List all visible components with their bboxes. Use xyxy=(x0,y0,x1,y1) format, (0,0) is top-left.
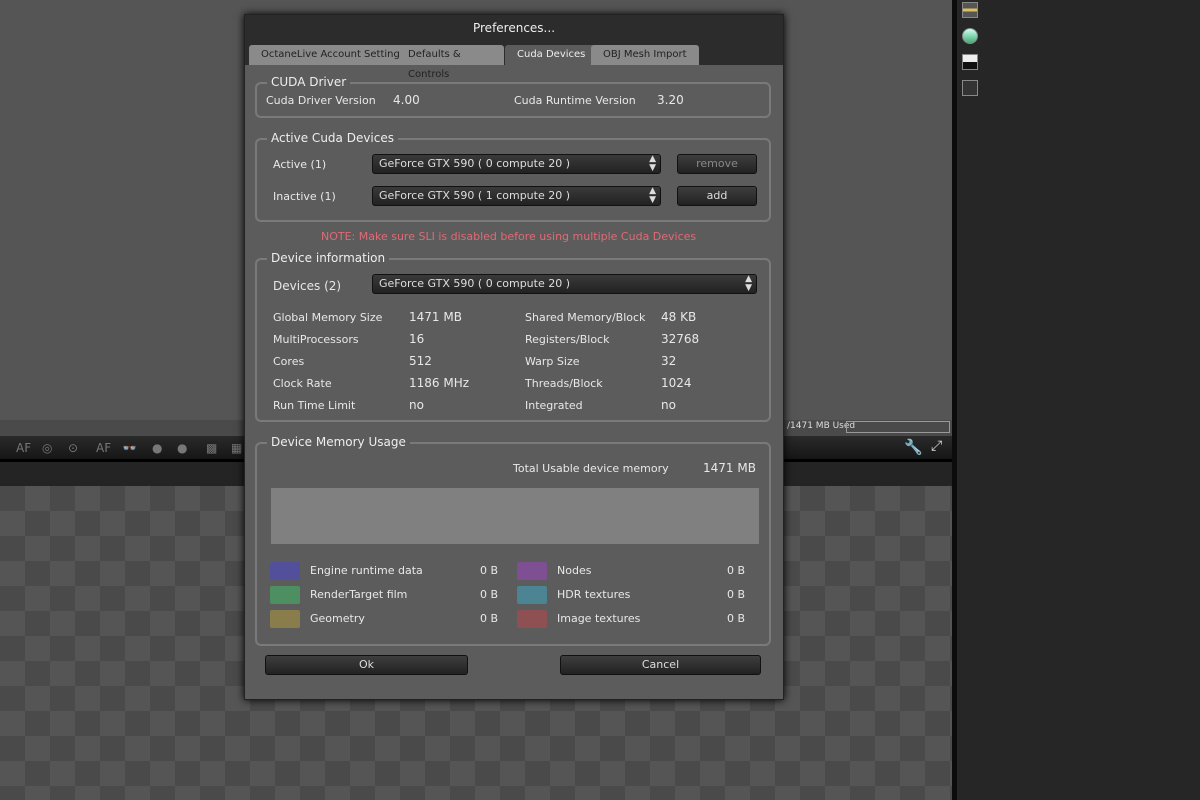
memory-used-text: /1471 MB Used xyxy=(787,421,856,431)
group-title: Device information xyxy=(267,251,390,265)
tab-octanelive-account[interactable]: OctaneLive Account Settings xyxy=(249,45,418,65)
sli-note: NOTE: Make sure SLI is disabled before u… xyxy=(321,230,697,243)
info-value: no xyxy=(409,398,424,412)
driver-version-label: Cuda Driver Version xyxy=(266,94,376,107)
info-label: Warp Size xyxy=(525,355,580,368)
legend-value: 0 B xyxy=(727,588,746,601)
legend-swatch xyxy=(270,562,300,580)
updown-icon: ▲ ▼ xyxy=(649,186,656,205)
active-label: Active (1) xyxy=(273,158,327,171)
info-label: MultiProcessors xyxy=(273,333,359,346)
node-icon[interactable] xyxy=(962,80,978,96)
pick-icon[interactable]: ⊙ xyxy=(68,441,78,455)
tab-cuda-devices[interactable]: Cuda Devices xyxy=(505,45,598,65)
legend-label: Geometry xyxy=(310,612,365,625)
info-label: Threads/Block xyxy=(525,377,603,390)
legend-label: RenderTarget film xyxy=(310,588,408,601)
sphere-icon[interactable]: ● xyxy=(152,441,162,455)
af-text-icon[interactable]: AF xyxy=(96,441,111,455)
tab-bar: OctaneLive Account Settings Defaults & C… xyxy=(245,41,783,80)
info-label: Global Memory Size xyxy=(273,311,383,324)
device-info-group: Device information Devices (2) GeForce G… xyxy=(255,251,771,422)
group-title: Device Memory Usage xyxy=(267,435,410,449)
legend-value: 0 B xyxy=(727,612,746,625)
select-value: GeForce GTX 590 ( 0 compute 20 ) xyxy=(379,157,571,170)
info-label: Run Time Limit xyxy=(273,399,356,412)
info-label: Cores xyxy=(273,355,305,368)
runtime-version-value: 3.20 xyxy=(657,93,684,107)
info-label: Shared Memory/Block xyxy=(525,311,646,324)
af-icon[interactable]: AF xyxy=(16,441,31,455)
legend-swatch xyxy=(517,610,547,628)
runtime-version-label: Cuda Runtime Version xyxy=(514,94,636,107)
legend-swatch xyxy=(517,562,547,580)
info-label: Registers/Block xyxy=(525,333,610,346)
ok-button[interactable]: Ok xyxy=(265,655,468,675)
legend-value: 0 B xyxy=(480,564,499,577)
layer-icon[interactable] xyxy=(962,2,978,18)
checker-icon[interactable]: ▦ xyxy=(231,441,242,455)
inactive-device-select[interactable]: GeForce GTX 590 ( 1 compute 20 ) ▲ ▼ xyxy=(372,186,661,206)
select-value: GeForce GTX 590 ( 0 compute 20 ) xyxy=(379,277,571,290)
cuda-driver-group: CUDA Driver Cuda Driver Version 4.00 Cud… xyxy=(255,75,771,118)
legend-swatch xyxy=(270,586,300,604)
info-value: 1186 MHz xyxy=(409,376,470,390)
info-value: no xyxy=(661,398,676,412)
remove-button[interactable]: remove xyxy=(677,154,757,174)
info-value: 1471 MB xyxy=(409,310,462,324)
legend-label: Nodes xyxy=(557,564,592,577)
info-value: 16 xyxy=(409,332,425,346)
legend-value: 0 B xyxy=(480,588,499,601)
right-panel xyxy=(957,0,1200,800)
total-memory-label: Total Usable device memory xyxy=(513,462,669,475)
preferences-dialog: Preferences... OctaneLive Account Settin… xyxy=(244,14,784,700)
fullscreen-icon[interactable]: ⤢ xyxy=(931,438,942,454)
devices-label: Devices (2) xyxy=(273,279,342,293)
cancel-button[interactable]: Cancel xyxy=(560,655,761,675)
active-device-select[interactable]: GeForce GTX 590 ( 0 compute 20 ) ▲ ▼ xyxy=(372,154,661,174)
add-button[interactable]: add xyxy=(677,186,757,206)
memory-usage-group: Device Memory Usage Total Usable device … xyxy=(255,435,771,646)
focus-icon[interactable]: ◎ xyxy=(42,441,52,455)
info-value: 32 xyxy=(661,354,677,368)
group-title: CUDA Driver xyxy=(267,75,351,89)
pattern-icon[interactable]: ▩ xyxy=(206,441,217,455)
active-devices-group: Active Cuda Devices Active (1) GeForce G… xyxy=(255,131,771,222)
wrench-icon[interactable]: 🔧 xyxy=(904,438,923,456)
dialog-title: Preferences... xyxy=(245,15,783,41)
sphere-alt-icon[interactable]: ● xyxy=(177,441,187,455)
stereo-glasses-icon[interactable]: 👓 xyxy=(122,441,137,455)
memory-used-bar xyxy=(846,421,950,433)
cylinder-icon[interactable] xyxy=(962,28,978,44)
updown-icon: ▲ ▼ xyxy=(745,274,752,293)
info-value: 1024 xyxy=(661,376,692,390)
group-title: Active Cuda Devices xyxy=(267,131,398,145)
histogram-icon[interactable] xyxy=(962,54,978,70)
total-memory-value: 1471 MB xyxy=(703,461,756,475)
memory-usage-bar xyxy=(271,488,759,544)
select-value: GeForce GTX 590 ( 1 compute 20 ) xyxy=(379,189,571,202)
legend-swatch xyxy=(270,610,300,628)
legend-value: 0 B xyxy=(727,564,746,577)
info-value: 32768 xyxy=(661,332,700,346)
legend-swatch xyxy=(517,586,547,604)
legend-label: Image textures xyxy=(557,612,641,625)
driver-version-value: 4.00 xyxy=(393,93,420,107)
legend-label: Engine runtime data xyxy=(310,564,423,577)
info-label: Integrated xyxy=(525,399,583,412)
tab-defaults-controls[interactable]: Defaults & Controls xyxy=(400,45,504,80)
updown-icon: ▲ ▼ xyxy=(649,154,656,173)
info-value: 48 KB xyxy=(661,310,697,324)
legend-value: 0 B xyxy=(480,612,499,625)
device-select[interactable]: GeForce GTX 590 ( 0 compute 20 ) ▲ ▼ xyxy=(372,274,757,294)
info-label: Clock Rate xyxy=(273,377,332,390)
legend-label: HDR textures xyxy=(557,588,631,601)
tab-obj-mesh-import[interactable]: OBJ Mesh Import xyxy=(591,45,699,65)
info-value: 512 xyxy=(409,354,432,368)
inactive-label: Inactive (1) xyxy=(273,190,336,203)
